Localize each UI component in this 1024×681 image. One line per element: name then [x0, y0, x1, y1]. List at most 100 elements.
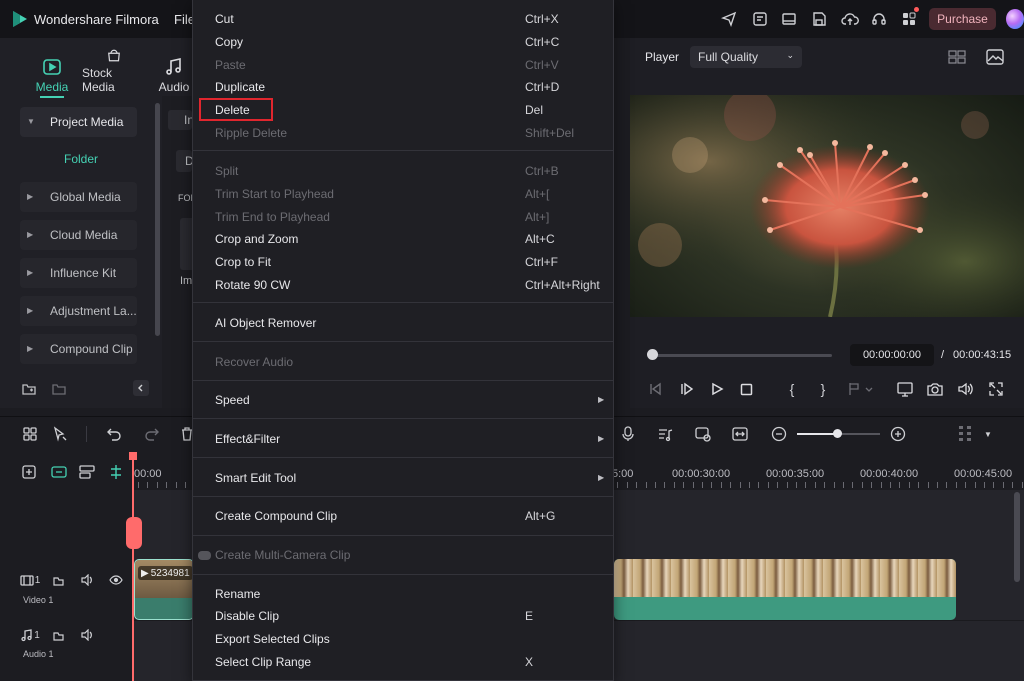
zoom-slider-handle[interactable] [833, 429, 842, 438]
playhead-line[interactable] [132, 456, 134, 681]
menu-item-rotate-90-cw[interactable]: Rotate 90 CW [215, 275, 290, 295]
video-clip-filmstrip[interactable] [614, 559, 956, 620]
menu-item-copy[interactable]: Copy [215, 32, 243, 52]
menu-item-crop-to-fit[interactable]: Crop to Fit [215, 252, 271, 272]
track-manager-icon[interactable] [78, 463, 96, 481]
menu-shortcut: Ctrl+X [525, 12, 559, 26]
mute-track-icon[interactable] [80, 572, 96, 588]
apps-grid-icon[interactable] [900, 10, 918, 28]
zoom-out-icon[interactable] [770, 425, 788, 443]
layout-grid-icon[interactable] [21, 425, 39, 443]
menu-shortcut: Ctrl+B [525, 164, 559, 178]
stop-icon[interactable] [737, 380, 755, 398]
send-icon[interactable] [720, 10, 738, 28]
playhead-handle[interactable] [129, 452, 137, 460]
save-icon[interactable] [810, 10, 828, 28]
menu-item-speed[interactable]: Speed [215, 390, 250, 410]
menu-item-create-compound-clip[interactable]: Create Compound Clip [215, 506, 337, 526]
menu-item-crop-and-zoom[interactable]: Crop and Zoom [215, 229, 298, 249]
mute-track-icon[interactable] [80, 627, 96, 643]
sidebar-item-project-media[interactable]: ▼ Project Media [20, 107, 137, 137]
ruler-tick [693, 482, 694, 488]
delete-highlight-box [199, 98, 273, 121]
toolbar-divider [86, 426, 87, 442]
report-icon[interactable] [751, 10, 769, 28]
ruler-tick [928, 482, 929, 488]
sidebar-item-adjustment-layer[interactable]: ▶ Adjustment La... [20, 296, 137, 326]
ruler-tick [655, 482, 656, 488]
undo-icon[interactable] [105, 425, 123, 443]
caret-down-icon[interactable]: ▼ [982, 428, 994, 440]
ai-clip-icon[interactable] [694, 425, 712, 443]
menu-item-rename[interactable]: Rename [215, 584, 260, 604]
video-clip[interactable]: ▶ 5234981 [134, 559, 194, 620]
menu-item-effect-filter[interactable]: Effect&Filter [215, 429, 280, 449]
lock-track-icon[interactable] [50, 627, 66, 643]
tab-stock-media[interactable]: Stock Media [82, 48, 146, 94]
folder-icon[interactable] [50, 380, 68, 398]
timeline-vertical-scrollbar[interactable] [1014, 492, 1020, 582]
playback-scrubber[interactable] [652, 354, 832, 357]
sidebar-scrollbar[interactable] [155, 103, 160, 336]
marker-dropdown-icon[interactable] [845, 380, 877, 398]
menu-item-select-clip-range[interactable]: Select Clip Range [215, 652, 311, 672]
media-filter-stub[interactable]: D [176, 150, 194, 172]
sidebar-item-influence-kit[interactable]: ▶ Influence Kit [20, 258, 137, 288]
track-height-icon[interactable] [956, 423, 974, 445]
video-preview[interactable] [630, 95, 1024, 317]
caret-right-icon: ▶ [27, 306, 34, 315]
caret-right-icon: ▶ [27, 230, 34, 239]
current-time[interactable]: 00:00:00:00 [850, 344, 934, 366]
menu-item-cut[interactable]: Cut [215, 9, 234, 29]
add-track-icon[interactable] [20, 463, 38, 481]
redo-icon[interactable] [143, 425, 161, 443]
previous-frame-icon[interactable] [646, 380, 664, 398]
sidebar-item-folder[interactable]: Folder [64, 152, 98, 166]
layout-icon[interactable] [780, 10, 798, 28]
lock-track-icon[interactable] [50, 572, 66, 588]
play-icon[interactable] [708, 380, 726, 398]
ruler-tick [787, 482, 788, 488]
sidebar-item-global-media[interactable]: ▶ Global Media [20, 182, 137, 212]
quality-select[interactable]: Full Quality ⌄ [690, 46, 802, 68]
microphone-icon[interactable] [619, 425, 637, 443]
cloud-upload-icon[interactable] [840, 10, 860, 28]
menu-item-export-selected-clips[interactable]: Export Selected Clips [215, 629, 330, 649]
sidebar-item-compound-clip[interactable]: ▶ Compound Clip [20, 334, 137, 364]
volume-icon[interactable] [956, 380, 974, 398]
zoom-in-icon[interactable] [889, 425, 907, 443]
snapshot-image-icon[interactable] [985, 47, 1005, 67]
sidebar-item-cloud-media[interactable]: ▶ Cloud Media [20, 220, 137, 250]
purchase-button[interactable]: Purchase [929, 8, 996, 30]
import-tile-stub[interactable] [180, 218, 192, 270]
active-tab-underline [40, 96, 64, 98]
ruler-tick [646, 482, 647, 488]
scrubber-handle[interactable] [647, 349, 658, 360]
camera-snapshot-icon[interactable] [926, 380, 944, 398]
eye-visibility-icon[interactable] [108, 572, 124, 588]
audio-mix-icon[interactable] [656, 425, 674, 443]
new-folder-icon[interactable] [20, 380, 38, 398]
media-tab-stub[interactable]: In [168, 110, 194, 130]
tab-audio[interactable]: Audio [156, 48, 192, 94]
headset-icon[interactable] [870, 10, 888, 28]
ruler-tick [185, 482, 186, 488]
mark-out-icon[interactable]: } [814, 380, 832, 398]
next-frame-icon[interactable] [678, 380, 696, 398]
auto-fit-icon[interactable] [731, 425, 749, 443]
link-clips-icon[interactable] [50, 463, 68, 481]
tab-media[interactable]: Media [34, 48, 70, 94]
playhead-tab[interactable] [126, 517, 142, 549]
menu-item-ai-object-remover[interactable]: AI Object Remover [215, 313, 316, 333]
avatar[interactable] [1006, 9, 1024, 29]
grid-view-icon[interactable] [947, 48, 967, 66]
snap-magnet-icon[interactable] [107, 463, 125, 481]
menu-item-disable-clip[interactable]: Disable Clip [215, 606, 279, 626]
menu-item-smart-edit-tool[interactable]: Smart Edit Tool [215, 468, 296, 488]
menu-item-duplicate[interactable]: Duplicate [215, 77, 265, 97]
display-monitor-icon[interactable] [896, 380, 914, 398]
mark-in-icon[interactable]: { [783, 380, 801, 398]
collapse-panel-icon[interactable] [133, 380, 149, 396]
fullscreen-icon[interactable] [987, 380, 1005, 398]
select-pointer-icon[interactable] [51, 425, 69, 443]
